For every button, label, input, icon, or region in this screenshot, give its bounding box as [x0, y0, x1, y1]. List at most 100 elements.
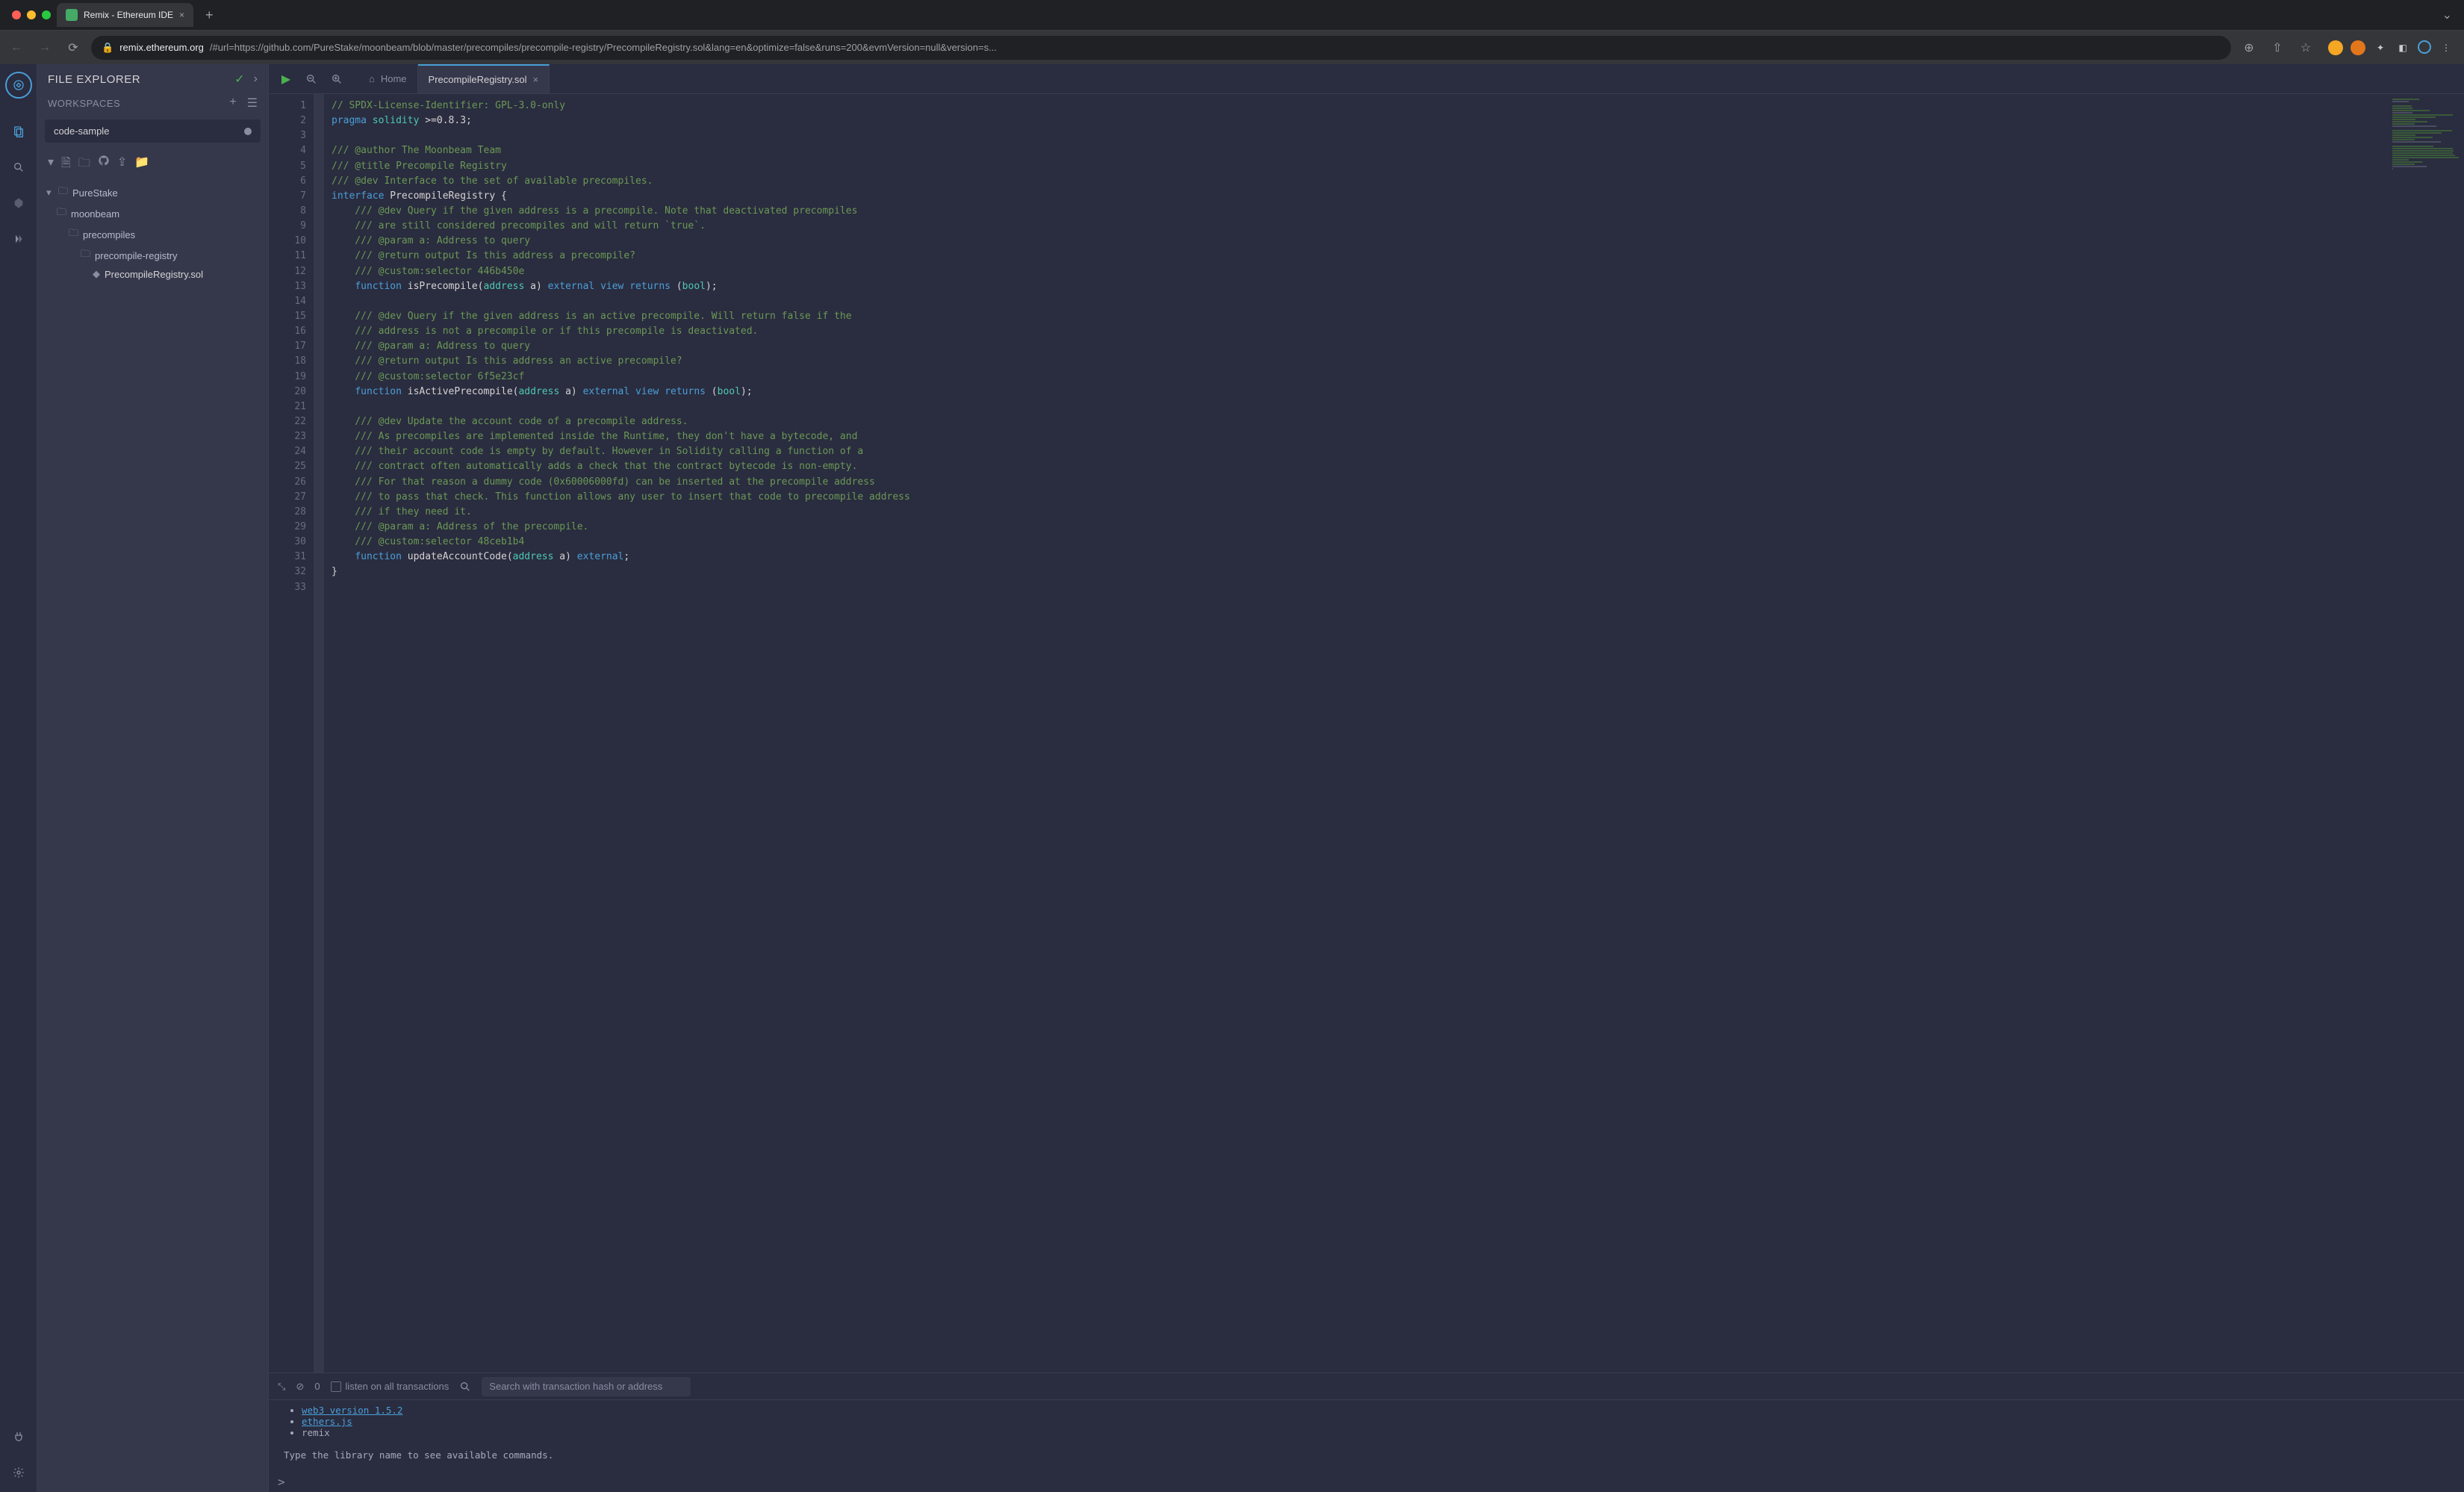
collapse-tree-icon[interactable]: ▾: [48, 155, 54, 175]
app: FILE EXPLORER ✓ › WORKSPACES + ☰ code-sa…: [0, 64, 2464, 1492]
tab-file-active[interactable]: PrecompileRegistry.sol ×: [418, 64, 550, 93]
mac-window-buttons: [6, 10, 51, 19]
terminal-clear-icon[interactable]: ⊘: [296, 1381, 304, 1393]
run-button[interactable]: ▶: [275, 68, 297, 90]
mac-close-button[interactable]: [12, 10, 21, 19]
file-explorer-sidebar: FILE EXPLORER ✓ › WORKSPACES + ☰ code-sa…: [37, 64, 269, 1492]
mac-minimize-button[interactable]: [27, 10, 36, 19]
terminal-link-ethers[interactable]: ethers.js: [302, 1416, 352, 1427]
tab-file-label: PrecompileRegistry.sol: [429, 74, 527, 85]
add-workspace-icon[interactable]: +: [229, 96, 236, 111]
terminal-search-placeholder: Search with transaction hash or address: [489, 1381, 662, 1392]
pending-tx-count: 0: [314, 1381, 320, 1392]
tab-home[interactable]: ⌂ Home: [358, 64, 418, 93]
forward-button[interactable]: →: [34, 37, 55, 58]
workspace-selected-label: code-sample: [54, 125, 109, 137]
gutter-margin: [314, 94, 324, 1373]
extensions-puzzle-icon[interactable]: ✦: [2373, 40, 2388, 55]
terminal-toolbar: ⤡ ⊘ 0 listen on all transactions Search …: [269, 1373, 2464, 1400]
settings-rail-icon[interactable]: [8, 1462, 29, 1483]
icon-rail: [0, 64, 37, 1492]
minimap[interactable]: [2389, 94, 2464, 1373]
terminal-search-icon[interactable]: [459, 1381, 471, 1393]
checkbox-icon: [331, 1381, 341, 1392]
zoom-out-button[interactable]: [300, 68, 323, 90]
close-tab-icon[interactable]: ×: [533, 74, 539, 85]
editor-area: 1234567891011121314151617181920212223242…: [269, 94, 2464, 1373]
close-tab-icon[interactable]: ×: [179, 10, 184, 20]
terminal-link-web3[interactable]: web3 version 1.5.2: [302, 1405, 402, 1416]
folder-icon: 🗀: [58, 184, 68, 201]
chevron-right-icon[interactable]: ›: [254, 72, 258, 86]
workspaces-label: WORKSPACES: [48, 98, 120, 109]
reload-button[interactable]: ⟳: [63, 37, 84, 58]
tree-label: precompile-registry: [95, 250, 178, 261]
hamburger-menu-icon[interactable]: ☰: [247, 96, 258, 111]
url-bar[interactable]: 🔒 remix.ethereum.org /#url=https://github…: [91, 36, 2231, 60]
zoom-search-icon[interactable]: ⊕: [2239, 37, 2259, 58]
tree-file-label: PrecompileRegistry.sol: [105, 269, 203, 280]
tab-title: Remix - Ethereum IDE: [84, 10, 173, 20]
terminal-expand-icon[interactable]: ⤡: [278, 1381, 285, 1393]
terminal-hint: Type the library name to see available c…: [284, 1449, 2449, 1461]
workspace-select[interactable]: code-sample: [45, 119, 261, 143]
terminal-prompt[interactable]: >: [269, 1472, 2464, 1492]
panel-icon[interactable]: ◧: [2395, 40, 2410, 55]
tree-folder-root[interactable]: ▾ 🗀 PureStake: [43, 182, 262, 203]
lock-icon: 🔒: [102, 42, 113, 54]
profile-avatar-icon[interactable]: [2418, 40, 2431, 54]
browser-chrome: Remix - Ethereum IDE × + ⌄ ← → ⟳ 🔒 remix…: [0, 0, 2464, 64]
code-editor[interactable]: // SPDX-License-Identifier: GPL-3.0-only…: [324, 94, 2389, 1373]
browser-tab-active[interactable]: Remix - Ethereum IDE ×: [57, 3, 193, 27]
tree-file[interactable]: ◆ PrecompileRegistry.sol: [43, 266, 262, 282]
mac-maximize-button[interactable]: [42, 10, 51, 19]
check-icon[interactable]: ✓: [234, 72, 244, 87]
file-tree: ▾ 🗀 PureStake 🗀 moonbeam 🗀 precompiles 🗀…: [37, 179, 268, 285]
plugin-rail-icon[interactable]: [8, 1426, 29, 1447]
terminal-search-input[interactable]: Search with transaction hash or address: [482, 1377, 691, 1396]
address-bar: ← → ⟳ 🔒 remix.ethereum.org /#url=https://…: [0, 30, 2464, 64]
file-explorer-rail-icon[interactable]: [8, 121, 29, 142]
tree-folder-l2[interactable]: 🗀 precompiles: [43, 224, 262, 245]
extension-metamask-icon[interactable]: [2351, 40, 2365, 55]
zoom-in-button[interactable]: [326, 68, 348, 90]
upload-icon[interactable]: ⇪: [117, 155, 127, 175]
github-icon[interactable]: [98, 155, 110, 175]
bookmark-icon[interactable]: ☆: [2295, 37, 2316, 58]
back-button[interactable]: ←: [6, 37, 27, 58]
remix-logo-icon[interactable]: [5, 72, 32, 99]
new-file-icon[interactable]: 🗎: [61, 155, 71, 175]
file-toolbar: ▾ 🗎 🗀 ⇪ 📁: [37, 150, 268, 179]
tree-folder-l3[interactable]: 🗀 precompile-registry: [43, 245, 262, 266]
tabs-dropdown-icon[interactable]: ⌄: [2436, 7, 2458, 22]
editor-toolbar: ▶ ⌂ Home PrecompileRegistry.sol ×: [269, 64, 2464, 94]
url-path: /#url=https://github.com/PureStake/moonb…: [210, 42, 997, 53]
search-rail-icon[interactable]: [8, 157, 29, 178]
solidity-file-icon: ◆: [93, 268, 100, 280]
new-tab-button[interactable]: +: [199, 7, 220, 23]
deploy-rail-icon[interactable]: [8, 229, 29, 249]
folder-icon: 🗀: [57, 205, 66, 222]
listen-checkbox[interactable]: listen on all transactions: [331, 1381, 449, 1392]
share-icon[interactable]: ⇧: [2267, 37, 2288, 58]
load-folder-icon[interactable]: 📁: [134, 155, 149, 175]
tree-label: PureStake: [72, 187, 118, 199]
chevron-down-icon: ▾: [46, 187, 54, 199]
tree-folder-l1[interactable]: 🗀 moonbeam: [43, 203, 262, 224]
new-folder-icon[interactable]: 🗀: [78, 155, 90, 175]
tab-home-label: Home: [381, 73, 407, 84]
compiler-rail-icon[interactable]: [8, 193, 29, 214]
tree-label: precompiles: [83, 229, 135, 240]
extension-icon-1[interactable]: [2328, 40, 2343, 55]
main-area: ▶ ⌂ Home PrecompileRegistry.sol × 123456…: [269, 64, 2464, 1492]
url-domain: remix.ethereum.org: [119, 42, 204, 53]
workspace-indicator-icon: [244, 128, 252, 135]
terminal-text-remix: remix: [302, 1427, 330, 1438]
folder-icon: 🗀: [69, 226, 78, 243]
extension-icons: ✦ ◧ ⋮: [2324, 40, 2458, 55]
tree-label: moonbeam: [71, 208, 119, 220]
terminal-body[interactable]: web3 version 1.5.2 ethers.js remix Type …: [269, 1400, 2464, 1472]
kebab-menu-icon[interactable]: ⋮: [2439, 40, 2454, 55]
terminal-panel: ⤡ ⊘ 0 listen on all transactions Search …: [269, 1373, 2464, 1492]
editor-tabs: ⌂ Home PrecompileRegistry.sol ×: [358, 64, 550, 93]
